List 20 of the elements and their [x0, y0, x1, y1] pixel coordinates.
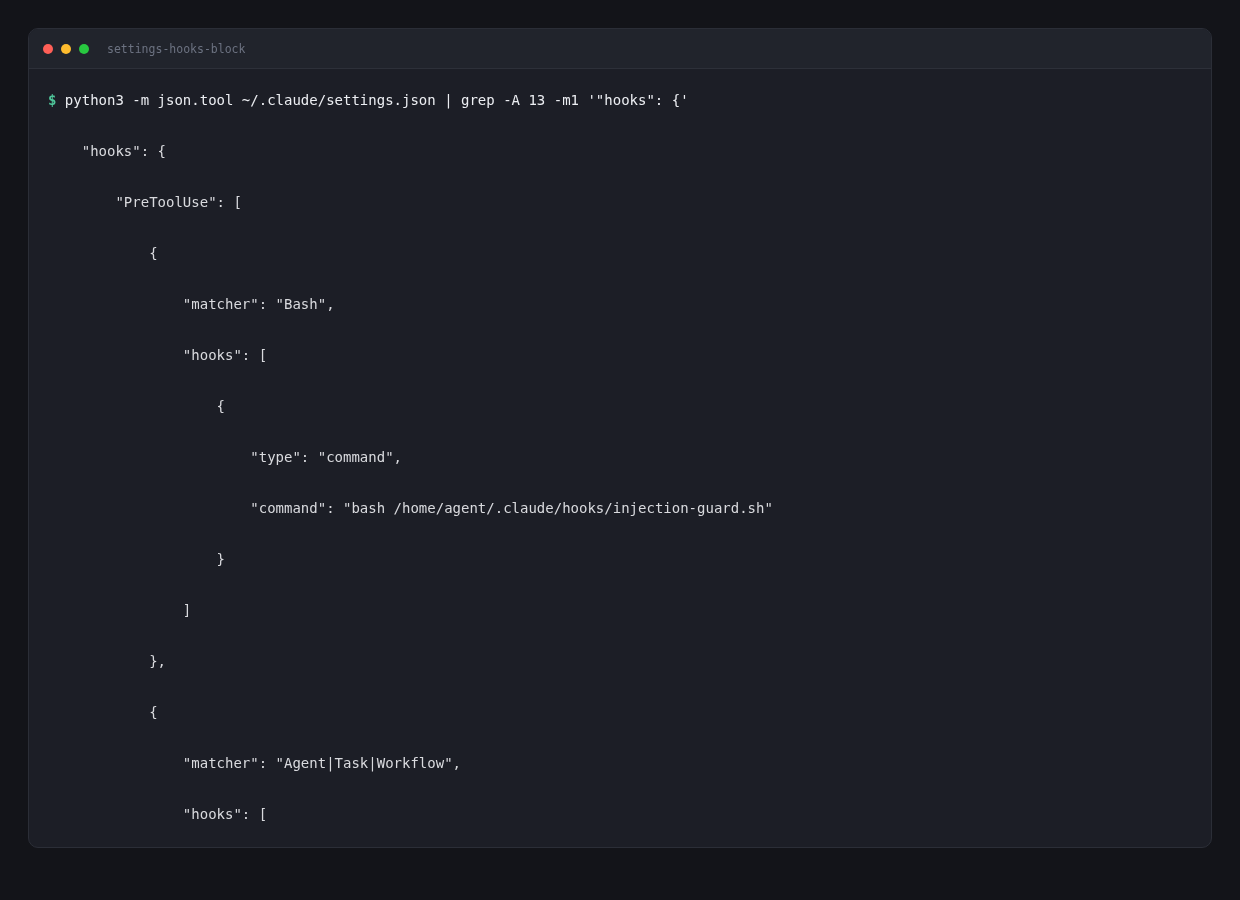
- command-text: python3 -m json.tool ~/.claude/settings.json | grep -A 13 -m1 '"hooks": {': [64, 92, 689, 108]
- output-line: }: [216, 551, 225, 567]
- minimize-icon[interactable]: [61, 43, 71, 54]
- window-title: settings-hooks-block: [107, 41, 246, 56]
- output-line: "hooks": [: [182, 806, 268, 822]
- output-line: },: [149, 653, 166, 669]
- output-line: {: [149, 704, 158, 720]
- output-line: "hooks": {: [81, 143, 166, 159]
- output-line: ]: [182, 602, 192, 618]
- output-line: {: [149, 245, 158, 261]
- maximize-icon[interactable]: [79, 43, 89, 54]
- output-line: "matcher": "Bash",: [182, 296, 335, 312]
- close-icon[interactable]: [43, 43, 53, 54]
- output-line: "command": "bash /home/agent/.claude/hooks/injection-guard.sh": [250, 500, 773, 516]
- output-line: "PreToolUse": [: [115, 194, 242, 210]
- output-line: "hooks": [: [182, 347, 268, 363]
- prompt-symbol: $: [48, 92, 57, 108]
- output-line: "matcher": "Agent|Task|Workflow",: [182, 755, 461, 771]
- output-line: {: [216, 398, 225, 414]
- output-line: "type": "command",: [250, 449, 402, 465]
